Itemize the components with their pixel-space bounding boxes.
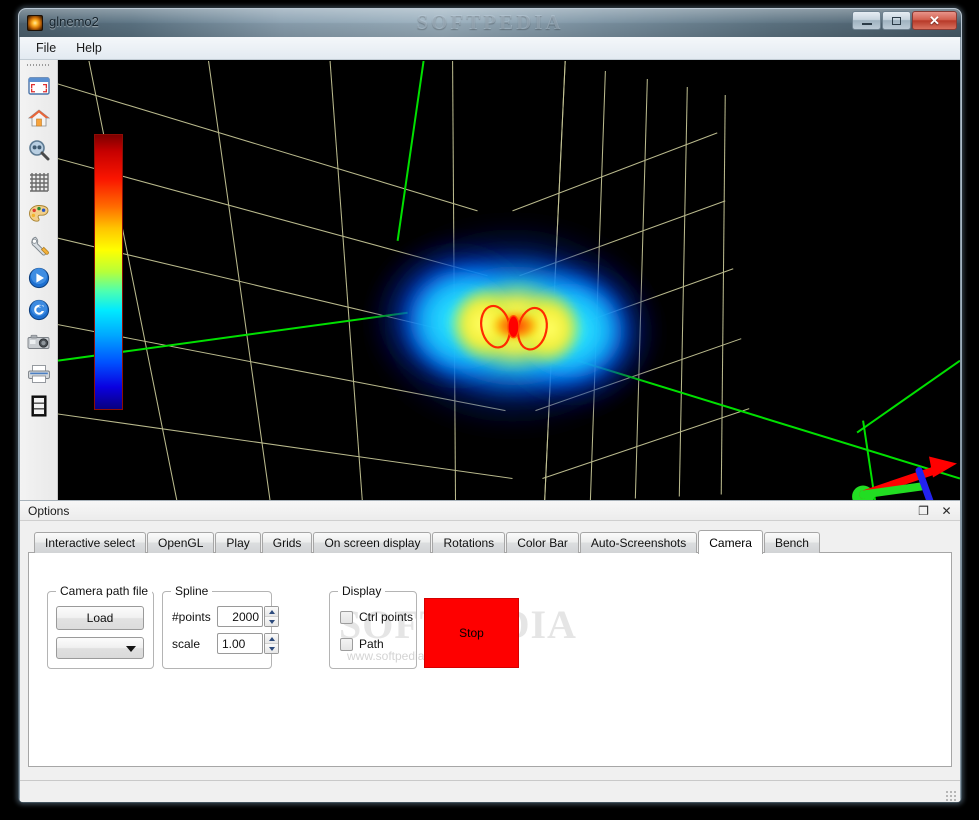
palette-icon [28,205,48,222]
close-icon[interactable]: ✕ [939,503,954,518]
scale-spinbox-buttons[interactable] [264,633,279,654]
titlebar-watermark: SOFTPEDIA [416,10,564,34]
points-spin-buttons[interactable] [265,607,278,626]
toolbar-button-film[interactable] [24,391,54,421]
tab-interactive-select[interactable]: Interactive select [34,532,147,553]
film-icon [31,395,46,417]
toolbar-button-palette[interactable] [24,199,54,229]
minimize-icon [861,22,872,25]
load-button[interactable]: Load [56,606,144,630]
options-dock-buttons: ❐ ✕ [916,503,954,518]
points-spin-down[interactable] [265,616,278,626]
nbody-particle-cloud [362,213,665,438]
tab-auto-screenshots[interactable]: Auto-Screenshots [579,532,698,553]
path-label: Path [359,637,384,651]
group-display: Display Ctrl points Path [329,584,417,669]
minimize-button[interactable] [852,11,881,30]
tab-opengl[interactable]: OpenGL [147,532,215,553]
points-value: 2000 [232,609,259,624]
app-sun-icon [27,15,43,31]
toolbar-button-fit-to-screen[interactable] [24,71,54,101]
ctrl-points-checkbox-row[interactable]: Ctrl points [340,610,413,624]
tab-play[interactable]: Play [215,532,261,553]
group-title-display: Display [338,584,386,598]
close-button[interactable]: ✕ [912,11,957,30]
scale-value: 1.00 [222,636,246,651]
resize-grip[interactable] [945,790,957,802]
toolbar-button-home[interactable] [24,103,54,133]
path-checkbox-row[interactable]: Path [340,637,384,651]
printer-icon [27,365,50,383]
toolbar-button-reload[interactable] [24,295,54,325]
toolbar-button-grid[interactable] [24,167,54,197]
chevron-down-icon [126,646,136,652]
opengl-scene [58,61,960,500]
ctrl-points-label: Ctrl points [359,610,414,624]
reload-icon [28,299,49,321]
toolbar-button-printer[interactable] [24,359,54,389]
group-title-camera-path-file: Camera path file [56,584,153,598]
zoom-icon [28,140,49,161]
menu-item-help[interactable]: Help [66,38,112,58]
tab-grids[interactable]: Grids [261,532,313,553]
scale-spin-buttons[interactable] [265,634,278,653]
main-row [20,60,960,500]
tab-color-bar[interactable]: Color Bar [506,532,579,553]
close-icon: ✕ [929,13,940,28]
toolbar-button-wrench[interactable] [24,231,54,261]
options-dock-titlebar: Options ❐ ✕ [20,501,960,521]
camera-icon [27,334,49,349]
status-bar [20,780,960,802]
tab-on-screen-display[interactable]: On screen display [313,532,432,553]
toolbar-button-camera[interactable] [24,327,54,357]
options-dock: Options ❐ ✕ Interactive select OpenGL Pl… [20,500,960,780]
group-title-spline: Spline [171,584,213,598]
window-inner: SOFTPEDIA glnemo2 ✕ File Help Options ❐ … [19,9,961,802]
scale-spin-down[interactable] [265,643,278,653]
points-label: #points [172,609,211,624]
client-area: File Help Options ❐ ✕ Interactive select… [19,37,961,802]
title-bar[interactable]: SOFTPEDIA glnemo2 ✕ [19,9,961,37]
maximize-button[interactable] [882,11,911,30]
group-camera-path-file: Camera path file Load [47,584,154,669]
window-controls: ✕ [852,11,957,30]
tab-rotations[interactable]: Rotations [432,532,506,553]
opengl-viewport[interactable] [58,60,960,500]
toolbar-button-zoom[interactable] [24,135,54,165]
wrench-icon [30,236,49,256]
path-checkbox[interactable] [340,637,353,651]
spline-scale-row: scale 1.00 [172,633,279,654]
camera-path-combo[interactable] [56,637,144,659]
group-spline: Spline #points 2000 scale 1.00 [162,584,279,669]
tab-camera[interactable]: Camera [698,530,763,554]
maximize-icon [892,16,901,25]
tab-bench[interactable]: Bench [763,532,820,553]
points-spin-up[interactable] [265,607,278,616]
window-title: glnemo2 [49,14,99,29]
scale-label: scale [172,636,201,651]
grid-icon [29,173,49,192]
left-toolbar [20,60,58,500]
density-colorbar [94,134,123,410]
application-window: SOFTPEDIA glnemo2 ✕ File Help Options ❐ … [18,8,962,803]
float-icon[interactable]: ❐ [916,503,931,518]
menu-bar: File Help [20,37,960,60]
options-tab-strip: Interactive select OpenGL Play Grids On … [28,529,952,554]
options-dock-title: Options [28,503,70,518]
scale-spin-up[interactable] [265,634,278,643]
spline-points-row: #points 2000 [172,606,279,627]
points-spinbox[interactable]: 2000 [217,606,263,627]
toolbar-drag-handle[interactable] [26,62,51,69]
points-spinbox-buttons[interactable] [264,606,279,627]
menu-item-file[interactable]: File [26,38,66,58]
home-icon [27,109,50,127]
camera-tab-pane: SOFTPEDIA www.softpedia.com Camera path … [28,552,952,767]
scale-spinbox[interactable]: 1.00 [217,633,263,654]
ctrl-points-checkbox[interactable] [340,610,353,624]
options-dock-body: Interactive select OpenGL Play Grids On … [20,521,960,773]
fit-to-screen-icon [27,77,50,95]
play-icon [28,267,49,289]
stop-button[interactable]: Stop [424,598,519,668]
toolbar-button-play[interactable] [24,263,54,293]
